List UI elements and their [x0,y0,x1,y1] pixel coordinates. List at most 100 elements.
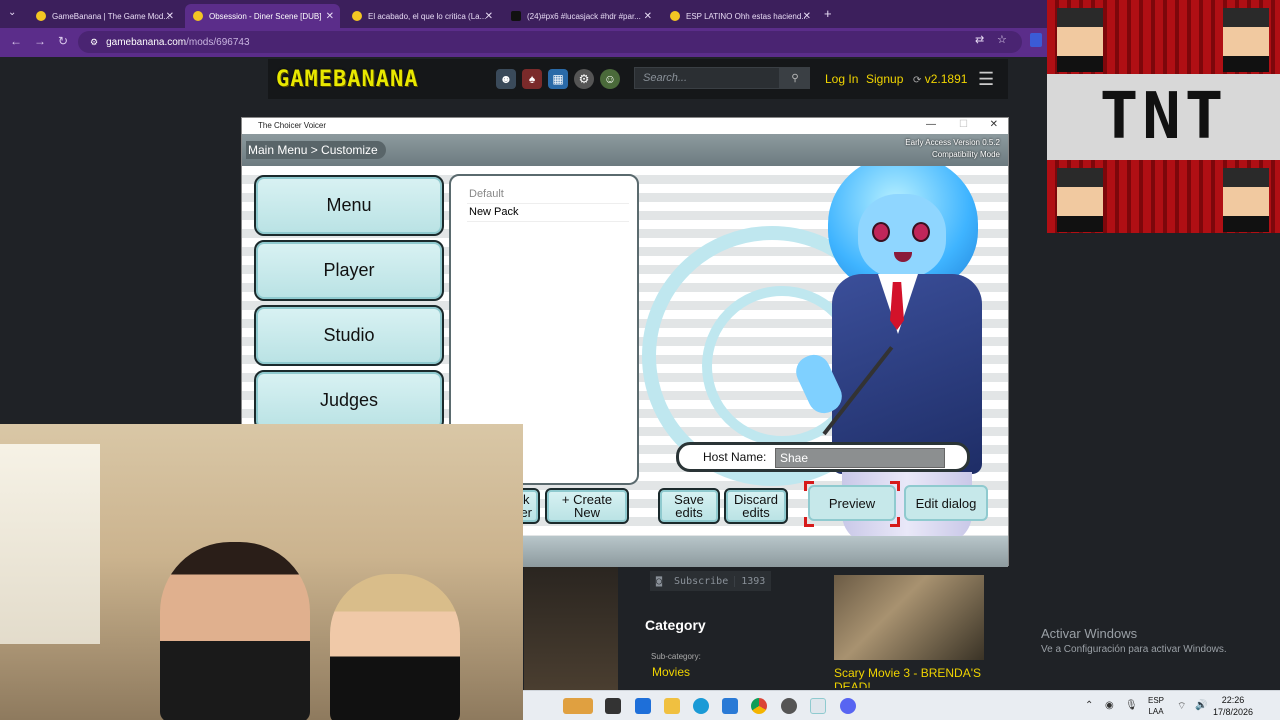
url-path: /mods/696743 [186,36,250,48]
edge-icon[interactable] [693,698,709,714]
tnt-label: TNT [1099,80,1228,154]
signup-link[interactable]: Signup [866,72,903,86]
tab-close-icon[interactable]: ✕ [485,11,493,22]
windows-taskbar: ⌃ ◉ 🎙 ESP LAA ⌔ 🔊 22:26 17/8/2026 [523,690,1280,720]
pack-item-default[interactable]: Default [469,188,504,200]
subcategory-label: Sub-category: [651,652,701,661]
tab-title: ESP LATINO Ohh estas haciend... [686,11,808,21]
avatar-icon[interactable]: ☺ [600,69,620,89]
host-name-input[interactable]: Shae [775,448,945,468]
game-icon-3[interactable]: ▦ [548,69,568,89]
player-button[interactable]: Player [254,240,444,301]
tab-search-chevron-icon[interactable]: ⌄ [8,7,16,18]
tab-gamebanana[interactable]: GameBanana | The Game Mod... ✕ [28,4,180,28]
discord-icon[interactable] [840,698,856,714]
login-link[interactable]: Log In [825,72,858,86]
subcategory-link[interactable]: Movies [652,665,690,679]
browser-toolbar: ← → ↻ ⚙ gamebanana.com/mods/696743 ⇄ ☆ [0,28,1047,57]
tab-close-icon[interactable]: ✕ [326,11,334,22]
edit-dialog-button[interactable]: Edit dialog [904,485,988,521]
character-eye [872,222,890,242]
save-edits-button[interactable]: Save edits [658,488,720,524]
hamburger-menu-icon[interactable]: ☰ [978,69,994,90]
game-icon-1[interactable]: ☻ [496,69,516,89]
extension-icon[interactable] [1030,33,1042,47]
host-name-field: Host Name: Shae [676,442,970,472]
forward-arrow-icon[interactable]: → [34,34,46,48]
settings-wheel-icon[interactable]: ⚙ [574,69,594,89]
refresh-icon: ⟳ [913,75,922,86]
judges-button[interactable]: Judges [254,370,444,431]
tab-close-icon[interactable]: ✕ [166,11,174,22]
keyboard-layout-line: LAA [1148,707,1164,716]
microphone-tray-icon[interactable]: 🎙 [1125,700,1138,711]
minimize-icon[interactable]: — [926,119,936,130]
tab-close-icon[interactable]: ✕ [644,11,652,22]
url-domain: gamebanana.com [106,36,187,48]
gamebanana-header: GAMEBANANA ☻ ♠ ▦ ⚙ ☺ Search... ⚲ Log In … [268,59,1008,99]
search-input[interactable]: Search... [634,67,780,89]
new-tab-button[interactable]: + [824,6,832,21]
clock-time: 22:26 [1221,695,1245,705]
game-icon-2[interactable]: ♠ [522,69,542,89]
tab-close-icon[interactable]: ✕ [803,11,811,22]
file-explorer-icon[interactable] [664,698,680,714]
tab-title: (24)#px6 #lucasjack #hdr #par... [527,11,641,21]
choicer-voicer-taskbar-icon[interactable] [810,698,826,714]
address-bar[interactable]: ⚙ gamebanana.com/mods/696743 [78,31,1022,53]
tab-obsession-diner-scene[interactable]: Obsession - Diner Scene [DUB] ✕ [185,4,340,28]
tiktok-favicon-icon [511,11,521,21]
pack-item-new-pack[interactable]: New Pack [469,206,519,218]
gamebanana-logo[interactable]: GAMEBANANA [276,67,418,92]
store-icon[interactable] [635,698,651,714]
version-label: v2.1891 [924,72,968,86]
category-heading: Category [645,617,706,633]
related-mod-thumbnail[interactable] [834,575,984,660]
language-indicator[interactable]: ESP LAA [1148,695,1164,717]
version-line: Early Access Version 0.5.2 [905,138,1000,147]
create-new-button[interactable]: + Create New [545,488,629,524]
tab-el-acabado[interactable]: El acabado, el que lo critica (La... ✕ [344,4,499,28]
search-icon[interactable]: ⚲ [780,67,810,89]
subscribe-label: Subscribe [674,575,729,587]
tab-title: GameBanana | The Game Mod... [52,11,170,21]
microsoft-store-icon[interactable] [722,698,738,714]
game-icons-row: ☻ ♠ ▦ ⚙ ☺ [496,69,620,89]
close-window-icon[interactable]: ✕ [990,119,998,130]
widgets-icon[interactable] [563,698,593,714]
volume-icon[interactable]: 🔊 [1195,700,1207,711]
tab-esp-latino[interactable]: ESP LATINO Ohh estas haciend... ✕ [662,4,817,28]
task-view-icon[interactable] [605,698,621,714]
character-eye [912,222,930,242]
window-title: The Choicer Voicer [258,121,327,130]
menu-button[interactable]: Menu [254,175,444,236]
chrome-icon[interactable] [751,698,767,714]
activation-title: Activar Windows [1041,626,1138,641]
bookmark-star-icon[interactable]: ☆ [997,33,1007,46]
clock-date: 17/8/2026 [1213,707,1254,717]
pixel-character [1057,8,1103,72]
tray-chevron-icon[interactable]: ⌃ [1085,700,1093,711]
window-titlebar[interactable]: The Choicer Voicer [242,118,1008,134]
translate-icon[interactable]: ⇄ [975,33,984,46]
site-info-icon[interactable]: ⚙ [90,37,98,48]
app-icon[interactable] [781,698,797,714]
preview-button[interactable]: Preview [808,485,896,521]
divider [467,221,629,222]
discard-edits-button[interactable]: Discard edits [724,488,788,524]
version-link[interactable]: ⟳ v2.1891 [913,72,967,86]
network-tray-icon[interactable]: ◉ [1105,700,1114,711]
back-arrow-icon[interactable]: ← [10,34,22,48]
divider [467,203,629,204]
pixel-character [1223,8,1269,72]
host-character [790,166,1002,536]
related-mod-title[interactable]: Scary Movie 3 - BRENDA'S DEAD! [834,666,994,688]
wifi-icon[interactable]: ⌔ [1177,700,1186,713]
subscribe-button[interactable]: ◙ Subscribe 1393 [650,571,772,591]
reload-icon[interactable]: ↻ [58,34,68,48]
tab-tiktok-lucasjack[interactable]: (24)#px6 #lucasjack #hdr #par... ✕ [503,4,658,28]
app-header: Main Menu > Customize Early Access Versi… [242,134,1008,166]
maximize-icon[interactable]: ☐ [959,119,968,130]
system-clock[interactable]: 22:26 17/8/2026 [1213,694,1253,718]
studio-button[interactable]: Studio [254,305,444,366]
